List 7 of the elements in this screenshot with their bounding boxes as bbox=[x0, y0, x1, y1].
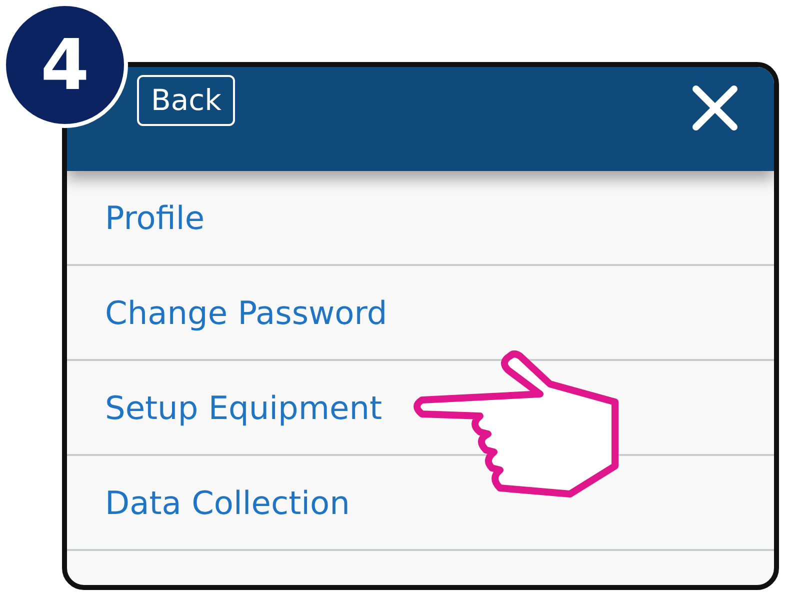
menu-item[interactable]: Change Password bbox=[105, 288, 388, 336]
step-number: 4 bbox=[40, 30, 90, 100]
menu-item[interactable]: Setup Equipment bbox=[105, 384, 382, 432]
back-button[interactable]: Back bbox=[137, 75, 236, 126]
close-icon[interactable] bbox=[692, 85, 738, 131]
menu-item[interactable]: Profile bbox=[105, 194, 204, 242]
menu-item[interactable]: Data Collection bbox=[105, 478, 350, 526]
